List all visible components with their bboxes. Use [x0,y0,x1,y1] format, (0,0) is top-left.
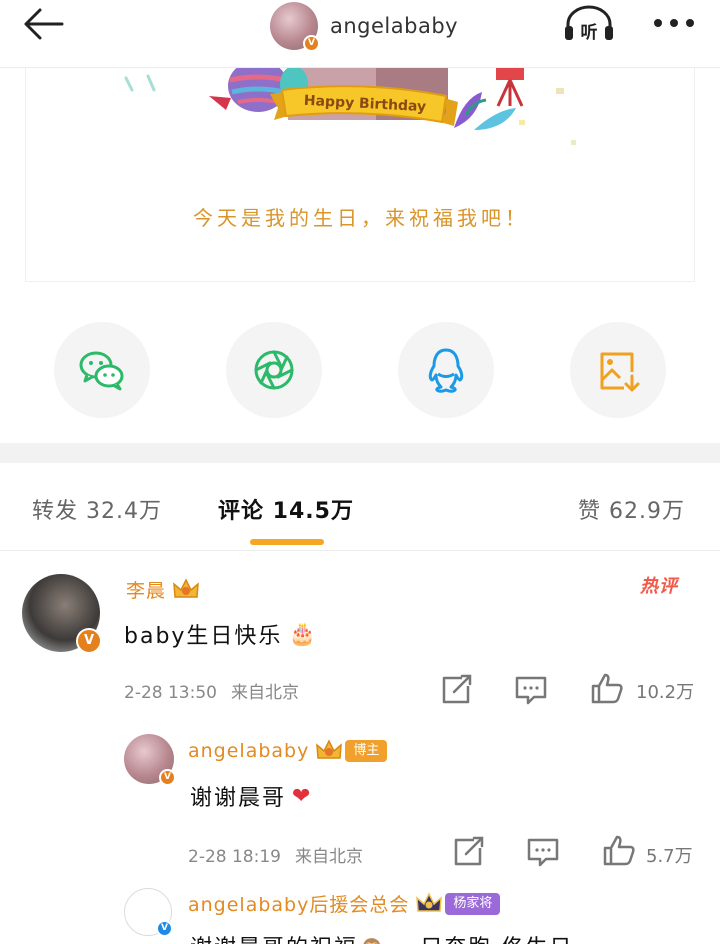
verified-badge-icon: V [76,628,102,654]
comment-location: 来自北京 [294,847,363,867]
top-bar: V angelababy 听 [0,0,720,68]
comment-meta: 2-28 13:50 来自北京 [124,678,299,703]
section-divider [0,443,720,463]
thumbs-up-like-icon[interactable] [602,834,636,866]
more-options-icon[interactable] [652,16,696,30]
avatar[interactable]: V [124,734,176,786]
poster-tag: 博主 [345,740,388,762]
qq-icon [428,348,464,393]
commenter-name[interactable]: angelababy后援会总会 [188,890,409,917]
verified-badge-icon: V [159,769,176,786]
commenter-name[interactable]: angelababy [188,740,309,762]
avatar[interactable]: V [22,574,102,654]
comment-reply-icon[interactable] [526,836,560,868]
comment-meta: 2-28 18:19 来自北京 [188,842,363,867]
fan-title-tag: 杨家将 [445,892,501,915]
share-moments-button[interactable] [226,322,322,418]
heart-emoji-icon: ❤ [292,783,313,809]
moments-icon [254,350,294,390]
card-message: 今天是我的生日，来祝福我吧！ [193,206,529,230]
like-count: 5.7万 [646,846,693,867]
comment-reply-icon[interactable] [514,674,548,706]
comment-text: 谢谢晨哥 ❤ [190,780,312,812]
avatar[interactable]: V [124,888,173,937]
header-username[interactable]: angelababy [330,14,458,38]
comment-text-content: baby生日快乐 [124,624,283,649]
like-count: 10.2万 [636,682,695,703]
share-qq-button[interactable] [398,322,494,418]
comment-text-content: 谢谢晨哥的祝福🙈 一只奔跑 佟生日 [190,930,573,944]
comment-text-content: 谢谢晨哥 [190,786,287,811]
birthday-card[interactable]: Happy Birthday 今天是我的生日，来祝福我吧！ [25,40,695,282]
save-image-icon [600,352,640,392]
comment-text: 谢谢晨哥的祝福🙈 一只奔跑 佟生日 [190,930,573,944]
crown-vip-icon [173,577,199,598]
commenter-name[interactable]: 李晨 [126,576,166,603]
commenter-name-line: angelababy后援会总会 杨家将 [188,890,501,917]
commenter-name-line: 李晨 [126,576,200,603]
tab-active-indicator [250,539,324,545]
avatar[interactable]: V [270,2,320,52]
cake-emoji-icon: 🎂 [288,621,318,647]
save-image-button[interactable] [570,322,666,418]
crown-vip-icon [316,739,343,759]
verified-badge-icon: V [156,920,173,937]
tab-bar: 转发 32.4万 评论 14.5万 赞 62.9万 [0,463,720,551]
hot-comment-badge: 热评 [640,576,678,597]
comment-time: 2-28 13:50 [124,683,217,703]
share-row [0,322,720,422]
back-arrow-icon[interactable] [18,4,68,44]
tab-repost[interactable]: 转发 32.4万 [32,493,162,525]
comment-item: V 李晨 热评 baby生日快乐 🎂 2-28 13:50 来自北京 10.2万 [0,572,720,712]
comment-time: 2-28 18:19 [188,847,281,867]
comment-text: baby生日快乐 🎂 [124,618,318,650]
share-forward-icon[interactable] [452,836,486,868]
headphones-listen-icon[interactable]: 听 [562,2,616,46]
tab-likes[interactable]: 赞 62.9万 [578,493,685,525]
share-forward-icon[interactable] [440,674,474,706]
commenter-name-line: angelababy 博主 [188,738,388,764]
comment-location: 来自北京 [230,683,299,703]
reply-item: V angelababy后援会总会 杨家将 谢谢晨哥的祝福🙈 一只奔跑 佟生日 [0,886,720,944]
reply-item: V angelababy 博主 谢谢晨哥 ❤ 2-28 18:19 来自北京 5.… [0,734,720,874]
crown-vip-icon [416,891,443,912]
header-user[interactable]: V angelababy [270,0,458,52]
listen-label: 听 [581,22,598,43]
thumbs-up-like-icon[interactable] [590,672,624,704]
tab-comments[interactable]: 评论 14.5万 [218,493,354,525]
wechat-icon [79,351,124,391]
verified-badge-icon: V [303,35,320,52]
share-wechat-button[interactable] [54,322,150,418]
